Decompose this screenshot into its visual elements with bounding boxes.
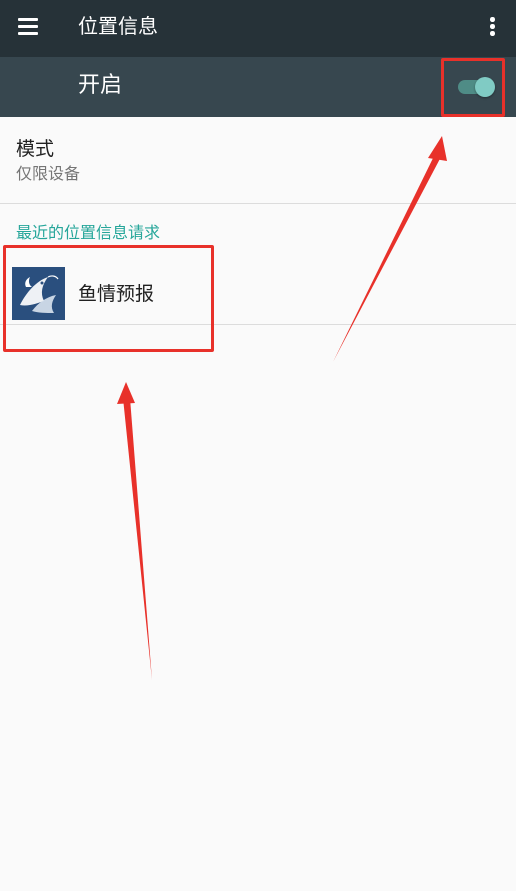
divider [0,203,516,204]
annotation-box-app [3,245,214,352]
master-switch-bar[interactable]: 开启 [0,57,516,117]
mode-title: 模式 [16,138,55,160]
location-settings-screen: 位置信息 开启 模式 仅限设备 最近的位置信息请求 鱼情预报 [0,0,516,891]
app-bar: 位置信息 [0,0,516,57]
page-title: 位置信息 [78,14,158,38]
annotation-box-toggle [441,58,505,117]
hamburger-menu-icon[interactable] [18,17,40,35]
master-switch-label: 开启 [78,73,123,98]
mode-setting-row[interactable]: 模式 仅限设备 [0,117,516,203]
more-vert-icon[interactable] [484,14,500,38]
mode-value: 仅限设备 [16,164,81,183]
recent-requests-header: 最近的位置信息请求 [16,223,161,242]
annotation-arrowhead-app [117,382,135,404]
annotation-arrow-to-app [123,398,152,680]
